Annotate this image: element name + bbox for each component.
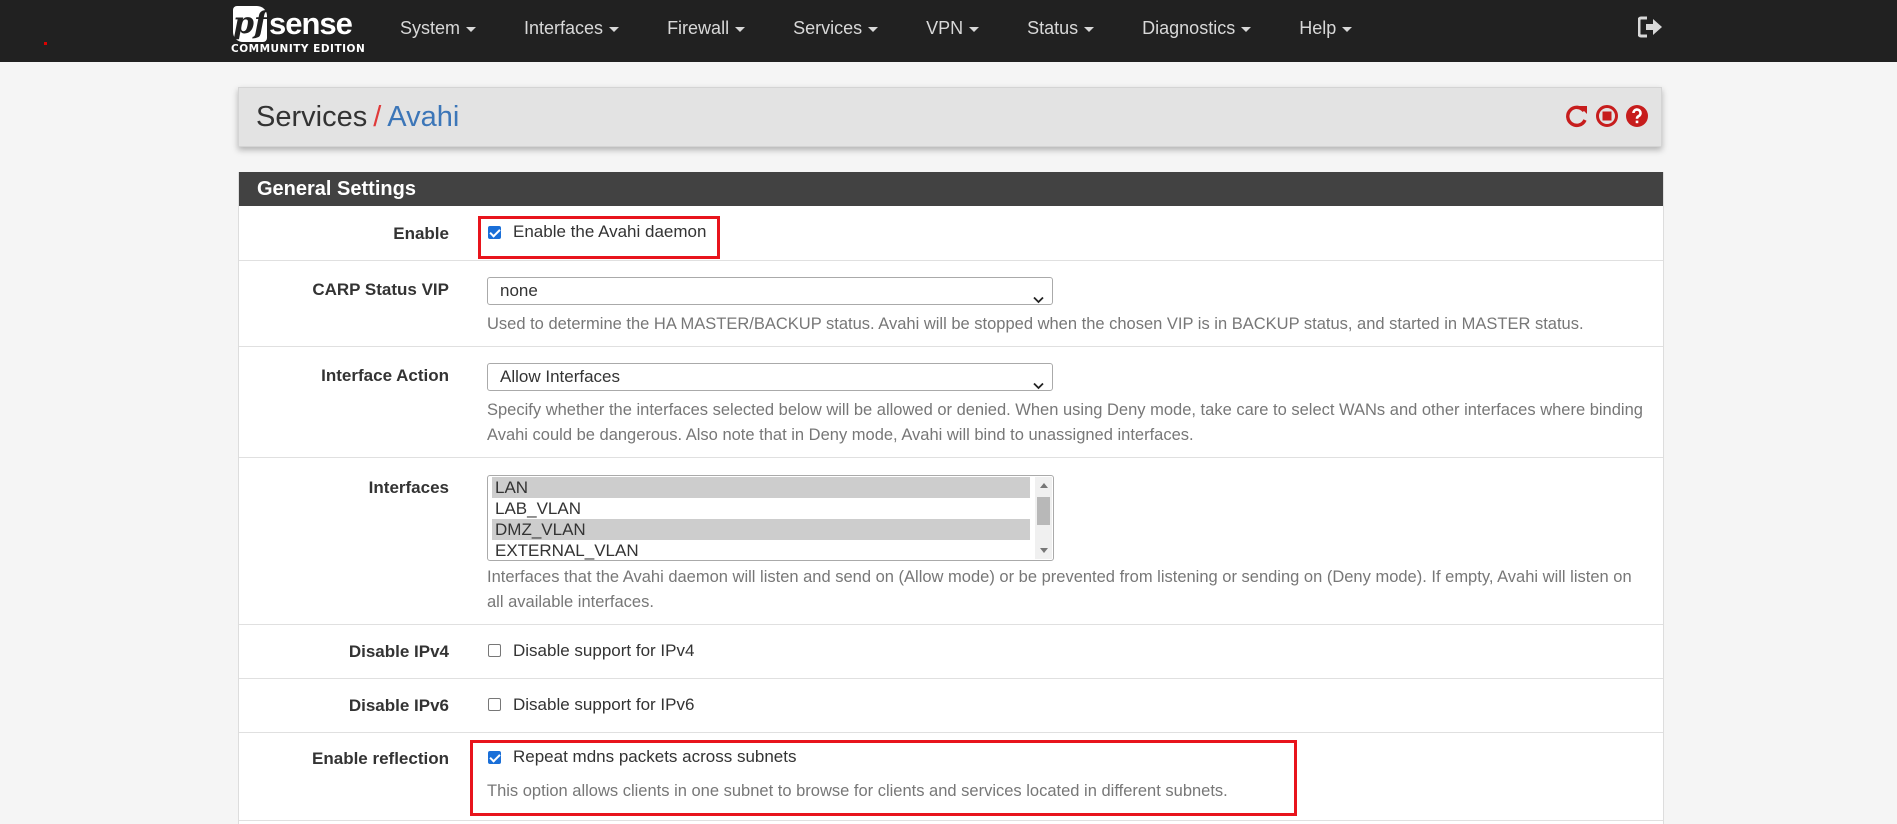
- top-navbar: pf sense COMMUNITY EDITION System Interf…: [0, 0, 1897, 62]
- row-enable: Enable Enable the Avahi daemon: [239, 206, 1663, 261]
- restart-service-icon[interactable]: [1565, 103, 1589, 129]
- row-interface-action: Interface Action Allow Interfaces Specif…: [239, 347, 1663, 458]
- caret-down-icon: [609, 26, 620, 32]
- disable-ipv4-checkbox-label[interactable]: Disable support for IPv4: [513, 641, 694, 661]
- enable-label: Enable: [393, 224, 449, 243]
- interface-option-external-vlan[interactable]: EXTERNAL_VLAN: [492, 540, 1030, 560]
- indicator-dot: [44, 42, 47, 45]
- main-menu: System Interfaces Firewall Services VPN …: [376, 0, 1376, 62]
- menu-label: System: [400, 18, 461, 38]
- disable-ipv4-checkbox[interactable]: [488, 644, 501, 657]
- caret-down-icon: [868, 26, 879, 32]
- row-interfaces: Interfaces LAN LAB_VLAN DMZ_VLAN EXTERNA…: [239, 458, 1663, 625]
- menu-label: Interfaces: [524, 18, 604, 38]
- menu-services[interactable]: Services: [769, 0, 902, 62]
- breadcrumb-section[interactable]: Services: [256, 101, 367, 133]
- stop-service-icon[interactable]: [1595, 103, 1619, 129]
- enable-reflection-checkbox-label[interactable]: Repeat mdns packets across subnets: [513, 747, 796, 767]
- sign-out-icon[interactable]: [1637, 16, 1664, 38]
- breadcrumb-bar: Services / Avahi: [238, 87, 1662, 147]
- row-enable-reflection: Enable reflection Repeat mdns packets ac…: [239, 733, 1663, 821]
- enable-checkbox[interactable]: [488, 226, 501, 239]
- enable-checkbox-label[interactable]: Enable the Avahi daemon: [513, 222, 706, 242]
- breadcrumb: Services / Avahi: [256, 100, 459, 134]
- menu-label: Services: [793, 18, 863, 38]
- disable-ipv6-checkbox-label[interactable]: Disable support for IPv6: [513, 695, 694, 715]
- menu-system[interactable]: System: [376, 0, 500, 62]
- enable-reflection-checkbox[interactable]: [488, 751, 501, 764]
- menu-help[interactable]: Help: [1275, 0, 1376, 62]
- interfaces-help: Interfaces that the Avahi daemon will li…: [487, 568, 1632, 611]
- breadcrumb-page[interactable]: Avahi: [387, 101, 459, 133]
- carp-status-vip-value: none: [500, 281, 538, 300]
- caret-down-icon: [466, 26, 477, 32]
- interface-option-lan[interactable]: LAN: [492, 477, 1030, 498]
- enable-reflection-label: Enable reflection: [312, 749, 449, 768]
- menu-firewall[interactable]: Firewall: [643, 0, 769, 62]
- interfaces-listbox[interactable]: LAN LAB_VLAN DMZ_VLAN EXTERNAL_VLAN: [487, 475, 1054, 561]
- logo-pf: pf: [233, 6, 267, 42]
- disable-ipv6-label: Disable IPv6: [348, 696, 449, 715]
- caret-down-icon: [1084, 26, 1095, 32]
- menu-label: Firewall: [667, 18, 730, 38]
- row-disable-ipv4: Disable IPv4 Disable support for IPv4: [239, 625, 1663, 679]
- enable-reflection-help: This option allows clients in one subnet…: [487, 782, 1228, 800]
- row-carp-status-vip: CARP Status VIP none Used to determine t…: [239, 261, 1663, 347]
- disable-ipv4-label: Disable IPv4: [348, 642, 449, 661]
- menu-status[interactable]: Status: [1003, 0, 1118, 62]
- disable-ipv6-checkbox[interactable]: [488, 698, 501, 711]
- menu-diagnostics[interactable]: Diagnostics: [1118, 0, 1275, 62]
- carp-status-vip-label: CARP Status VIP: [312, 280, 449, 299]
- general-settings-panel: General Settings Enable Enable the Avahi…: [238, 172, 1664, 824]
- row-disable-ipv6: Disable IPv6 Disable support for IPv6: [239, 679, 1663, 733]
- panel-title: General Settings: [239, 172, 1663, 206]
- carp-status-vip-help: Used to determine the HA MASTER/BACKUP s…: [487, 315, 1584, 333]
- pfsense-logo[interactable]: pf sense COMMUNITY EDITION: [231, 4, 366, 56]
- service-controls: [1565, 103, 1649, 129]
- interface-option-lab-vlan[interactable]: LAB_VLAN: [492, 498, 1030, 519]
- interface-action-select[interactable]: Allow Interfaces: [487, 363, 1053, 391]
- interface-option-dmz-vlan[interactable]: DMZ_VLAN: [492, 519, 1030, 540]
- logo-edition: COMMUNITY EDITION: [231, 43, 366, 55]
- breadcrumb-separator: /: [373, 101, 382, 133]
- carp-status-vip-select[interactable]: none: [487, 277, 1053, 305]
- logo-sense: sense: [269, 6, 353, 41]
- caret-down-icon: [1241, 26, 1252, 32]
- interface-action-label: Interface Action: [321, 366, 449, 385]
- scroll-thumb[interactable]: [1037, 497, 1050, 525]
- scroll-down-arrow-icon[interactable]: [1040, 548, 1048, 553]
- menu-label: Status: [1027, 18, 1079, 38]
- menu-vpn[interactable]: VPN: [902, 0, 1003, 62]
- menu-label: Diagnostics: [1142, 18, 1236, 38]
- caret-down-icon: [1342, 26, 1353, 32]
- chevron-down-icon: [1033, 286, 1044, 304]
- interface-action-value: Allow Interfaces: [500, 367, 620, 386]
- menu-interfaces[interactable]: Interfaces: [500, 0, 643, 62]
- scroll-up-arrow-icon[interactable]: [1040, 483, 1048, 488]
- caret-down-icon: [735, 26, 746, 32]
- menu-label: Help: [1299, 18, 1337, 38]
- caret-down-icon: [969, 26, 980, 32]
- interfaces-label: Interfaces: [368, 478, 449, 497]
- chevron-down-icon: [1033, 372, 1044, 390]
- help-icon[interactable]: [1625, 103, 1649, 129]
- listbox-scrollbar[interactable]: [1035, 477, 1052, 559]
- menu-label: VPN: [926, 18, 964, 38]
- interface-action-help: Specify whether the interfaces selected …: [487, 401, 1643, 444]
